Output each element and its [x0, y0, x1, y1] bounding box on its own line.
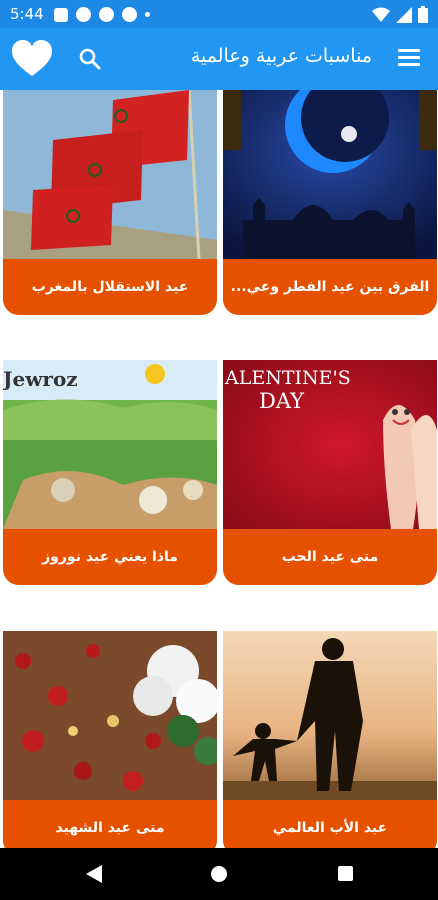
- valentines-image: ALENTINE'S DAY: [223, 360, 437, 529]
- back-icon[interactable]: [86, 865, 102, 883]
- home-icon[interactable]: [211, 866, 227, 882]
- notification-icon: [122, 7, 137, 22]
- card-title: ماذا يعني عيد نوروز: [3, 529, 217, 585]
- notification-icon: [54, 7, 68, 22]
- card-title: الفرق بين عيد الفطر وعي...: [223, 259, 437, 315]
- notification-icons: [54, 7, 150, 22]
- search-icon[interactable]: [78, 47, 102, 71]
- system-navigation-bar: [0, 848, 438, 900]
- occasion-card[interactable]: الفرق بين عيد الفطر وعي...: [223, 90, 437, 315]
- card-title: عيد الاستقلال بالمغرب: [3, 259, 217, 315]
- card-title: متى عيد الشهيد: [3, 800, 217, 848]
- morocco-flags-image: [3, 90, 217, 259]
- recents-icon[interactable]: [338, 866, 353, 881]
- occasion-card[interactable]: متى عيد الشهيد: [3, 631, 217, 848]
- occasions-grid: الفرق بين عيد الفطر وعي... عيد الاستقلال…: [0, 90, 438, 848]
- more-notifications-icon: [145, 12, 150, 17]
- flowers-image: [3, 631, 217, 800]
- page-title: مناسبات عربية وعالمية: [190, 45, 372, 67]
- menu-icon[interactable]: [398, 49, 420, 67]
- occasion-card[interactable]: ALENTINE'S DAY متى عيد الحب: [223, 360, 437, 585]
- father-child-image: [223, 631, 437, 800]
- card-title: عيد الأب العالمي: [223, 800, 437, 848]
- occasion-card[interactable]: عيد الاستقلال بالمغرب: [3, 90, 217, 315]
- notification-icon: [76, 7, 91, 22]
- occasion-card[interactable]: Jewroz ماذا يعني عيد نوروز: [3, 360, 217, 585]
- image-text: Jewroz: [3, 367, 78, 391]
- image-text: ALENTINE'S: [224, 367, 351, 389]
- card-title: متى عيد الحب: [223, 529, 437, 585]
- ramadan-mosque-image: [223, 90, 437, 259]
- app-bar: مناسبات عربية وعالمية: [0, 28, 438, 90]
- system-icons: [372, 6, 428, 23]
- status-time: 5:44: [10, 5, 44, 23]
- occasion-card[interactable]: عيد الأب العالمي: [223, 631, 437, 848]
- signal-icon: [396, 6, 412, 23]
- image-text: DAY: [259, 389, 305, 413]
- wifi-icon: [372, 7, 390, 22]
- nowruz-image: Jewroz: [3, 360, 217, 529]
- heart-icon[interactable]: [12, 40, 52, 78]
- battery-icon: [418, 6, 428, 23]
- notification-icon: [99, 7, 114, 22]
- status-bar: 5:44: [0, 0, 438, 28]
